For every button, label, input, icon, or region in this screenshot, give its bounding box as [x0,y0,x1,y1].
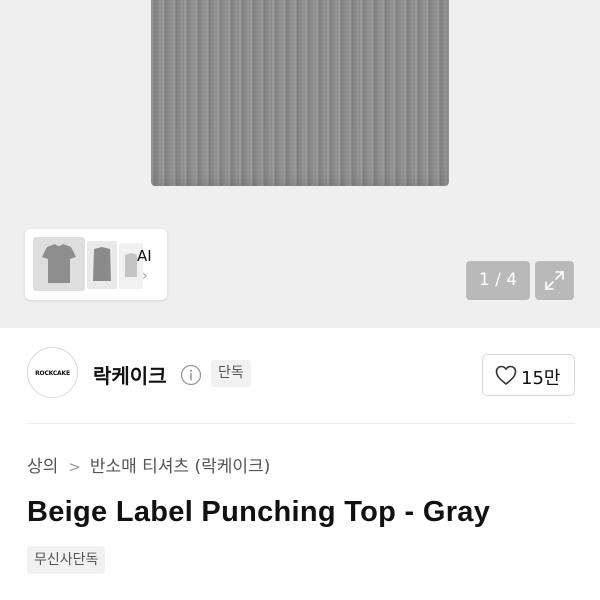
product-image [151,0,449,186]
info-icon[interactable] [180,364,202,390]
thumbnail-image-strip [31,235,151,295]
like-count: 15만 [521,368,561,389]
brand-logo[interactable]: ROCKCAKE [27,347,78,398]
like-button[interactable]: 15만 [482,354,575,396]
product-title: Beige Label Punching Top - Gray [27,496,491,528]
breadcrumb-item-category[interactable]: 상의 [27,457,58,477]
exclusive-tag: 무신사단독 [27,546,106,574]
exclusive-badge: 단독 [211,360,251,387]
product-image-gallery[interactable]: AI › 1 / 4 [0,0,600,328]
expand-arrows-icon [545,271,564,290]
brand-name[interactable]: 락케이크 [93,360,167,389]
breadcrumb: 상의 > 반소매 티셔츠 (락케이크) [27,452,270,477]
thumbnail-image-1 [33,237,85,291]
heart-icon [495,365,517,385]
chevron-right-icon: > [68,458,81,476]
breadcrumb-item-subcategory[interactable]: 반소매 티셔츠 (락케이크) [90,457,270,477]
image-counter: 1 / 4 [466,261,530,300]
divider [27,423,575,424]
expand-image-button[interactable] [535,261,574,300]
chevron-right-icon[interactable]: › [142,268,148,284]
thumbnail-image-2 [87,241,117,289]
ai-label[interactable]: AI [137,247,152,265]
